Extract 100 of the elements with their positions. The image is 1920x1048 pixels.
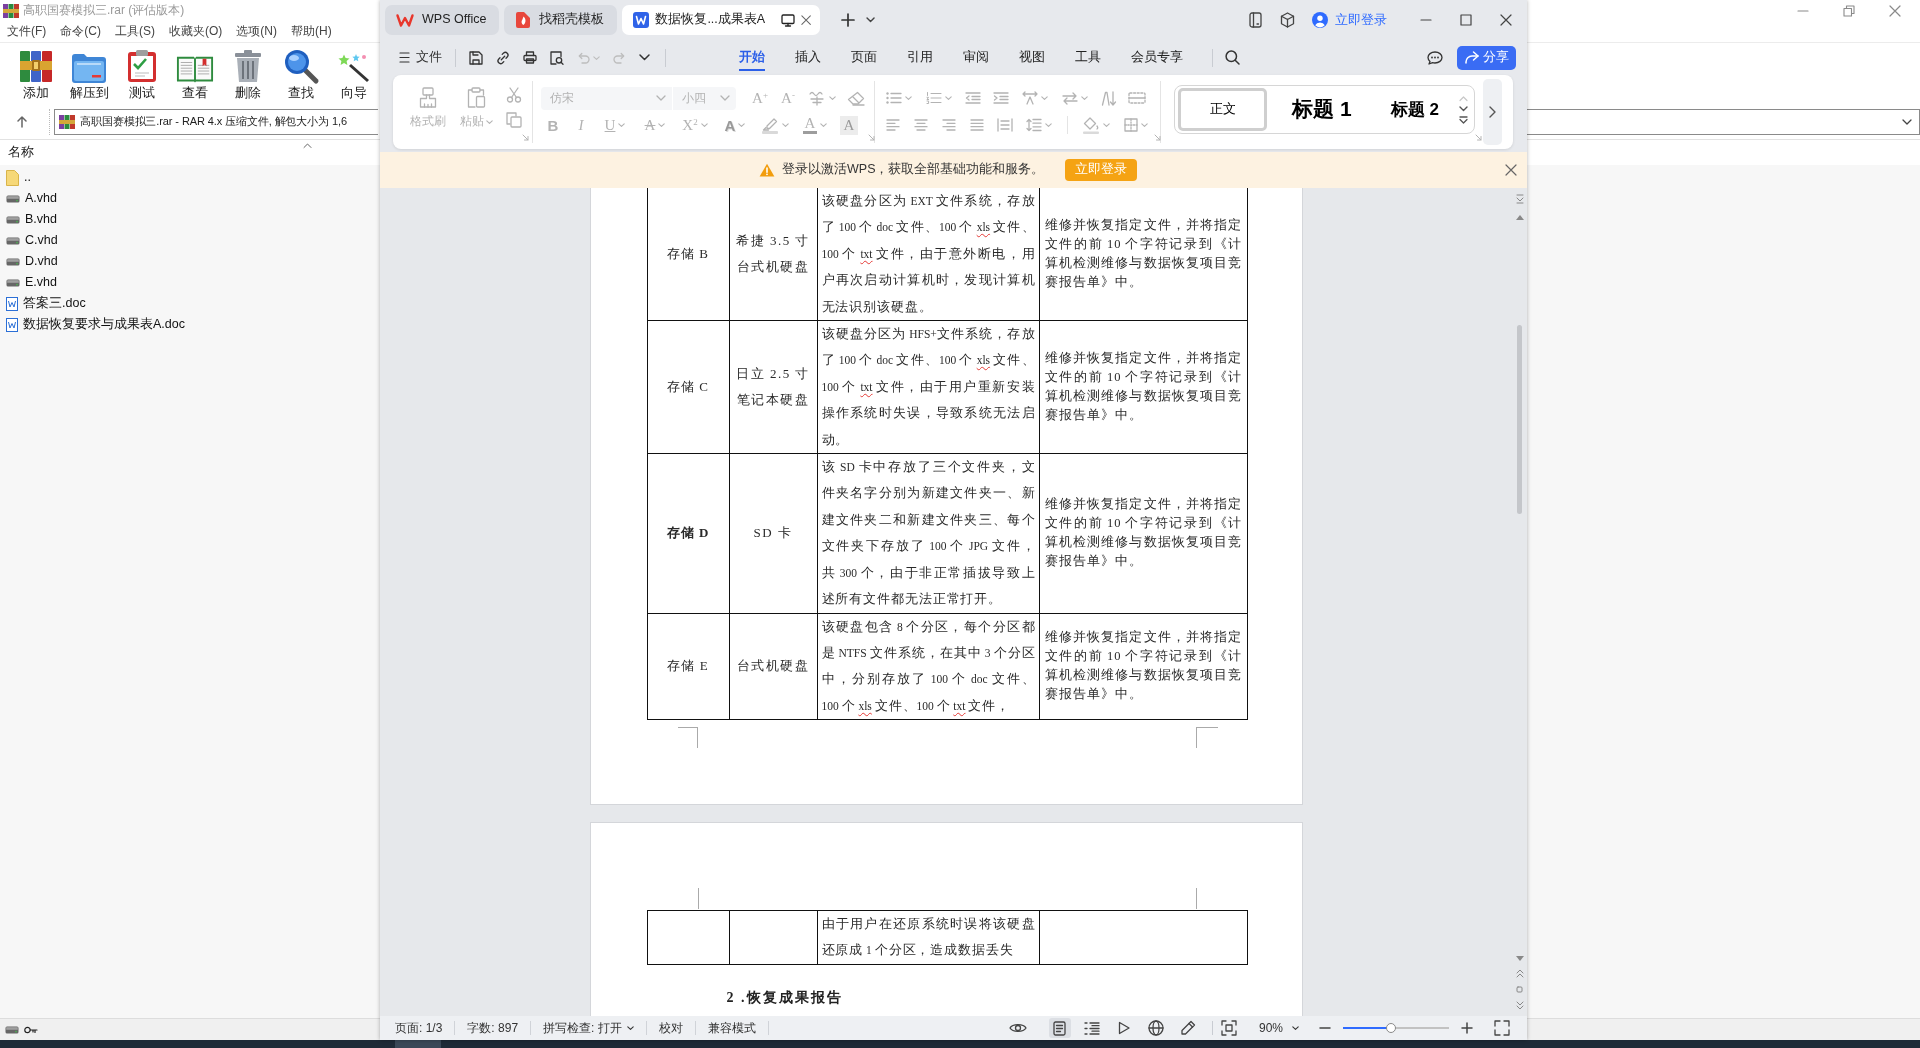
table-cell: 存储 C — [647, 320, 729, 454]
restore-icon[interactable] — [1843, 4, 1855, 17]
file-row[interactable]: B.vhd — [0, 209, 61, 230]
caret-icon — [1103, 123, 1110, 127]
ribbon-tab[interactable]: 视图 — [1004, 40, 1060, 75]
view-button[interactable] — [1048, 1018, 1071, 1038]
caret-icon — [829, 96, 836, 100]
previous-page-icon[interactable] — [1515, 969, 1524, 978]
menu-item[interactable]: 帮助(H) — [291, 24, 332, 39]
status-item[interactable]: 页面: 1/3 — [395, 1021, 456, 1035]
ribbon-tab[interactable]: 工具 — [1060, 40, 1116, 75]
link-icon[interactable] — [496, 50, 510, 65]
close-icon[interactable] — [1500, 14, 1512, 26]
zoom-in-icon[interactable] — [1461, 1022, 1473, 1034]
file-row[interactable]: 答案三.doc — [0, 293, 90, 314]
fit-page-icon[interactable] — [1220, 1020, 1237, 1036]
status-item[interactable]: 兼容模式 — [695, 1021, 769, 1035]
column-header[interactable]: 名称 — [0, 140, 318, 165]
file-menu-button[interactable]: 文件 — [399, 49, 442, 66]
table-cell: 存储 E — [647, 613, 729, 720]
ribbon-tab[interactable]: 会员专享 — [1116, 40, 1198, 75]
file-row[interactable]: .. — [0, 167, 35, 188]
file-row[interactable]: E.vhd — [0, 272, 61, 293]
status-item[interactable]: 校对 — [646, 1021, 696, 1035]
close-icon[interactable] — [1505, 164, 1517, 176]
menu-item[interactable]: 文件(F) — [7, 24, 47, 39]
browse-object-icon[interactable] — [1516, 986, 1523, 993]
caret-icon — [626, 1026, 634, 1030]
key-icon — [24, 1025, 38, 1034]
status-dropdown[interactable]: 拼写检查: 打开 — [531, 1021, 647, 1035]
close-icon[interactable] — [1889, 4, 1901, 17]
play-icon — [1117, 1021, 1130, 1035]
menu-item[interactable]: 收藏夹(O) — [169, 24, 223, 39]
split-handle-icon[interactable] — [1515, 194, 1524, 204]
line-spacing-icon — [1026, 118, 1042, 132]
table-cell: 台式机硬盘 — [729, 613, 817, 720]
caret-icon — [782, 123, 789, 127]
ribbon-tab[interactable]: 审阅 — [948, 40, 1004, 75]
chevron-down-icon[interactable] — [1902, 119, 1912, 125]
document-tab[interactable]: 数据恢复...成果表A — [622, 5, 821, 35]
save-icon[interactable] — [469, 50, 483, 65]
cube-icon[interactable] — [1280, 12, 1295, 28]
caret-icon — [700, 123, 708, 127]
file-row[interactable]: A.vhd — [0, 188, 61, 209]
ribbon-tab[interactable]: 插入 — [780, 40, 836, 75]
printer-icon[interactable] — [523, 51, 537, 64]
table-cell: 日立 2.5 寸笔记本硬盘 — [729, 320, 817, 454]
caret-icon[interactable] — [866, 17, 876, 23]
globe-icon — [1147, 1020, 1164, 1036]
table-cell: 维修并恢复指定文件，并将指定文件的前 10 个字符记录到《计算机检测维修与数据恢复项目竞赛报告单》中。 — [1039, 453, 1247, 613]
ribbon-tab[interactable]: 引用 — [892, 40, 948, 75]
table-cell: 维修并恢复指定文件，并将指定文件的前 10 个字符记录到《计算机检测维修与数据恢复项目竞赛报告单》中。 — [1039, 320, 1247, 454]
scroll-up-arrow-icon[interactable] — [1515, 215, 1524, 220]
account-button[interactable]: 立即登录 — [1312, 11, 1420, 29]
scrollbar-thumb[interactable] — [1517, 325, 1522, 514]
drive-icon — [6, 215, 20, 224]
scroll-down-arrow-icon[interactable] — [1515, 956, 1524, 961]
plus-icon[interactable] — [841, 13, 856, 27]
file-row[interactable]: C.vhd — [0, 230, 62, 251]
minimize-icon[interactable] — [1797, 9, 1809, 12]
chevron-down-icon[interactable] — [639, 54, 650, 61]
margin-mark — [677, 727, 698, 749]
search-icon[interactable] — [1225, 50, 1240, 65]
address-field[interactable]: 高职国赛模拟三.rar - RAR 4.x 压缩文件, 解包大小为 1,6 — [54, 109, 378, 135]
document-tab[interactable]: 找稻壳模板 — [504, 5, 618, 35]
window-title: 高职国赛模拟三.rar (评估版本) — [23, 3, 185, 18]
share-button[interactable]: 分享 — [1457, 45, 1516, 70]
toolbar-button[interactable]: 查看 — [173, 47, 217, 102]
ribbon-tab[interactable]: 页面 — [836, 40, 892, 75]
menu-item[interactable]: 选项(N) — [236, 24, 277, 39]
tablet-icon[interactable] — [1249, 12, 1262, 28]
print-preview-icon[interactable] — [550, 50, 564, 65]
borders-icon — [1124, 118, 1138, 132]
toolbar-button[interactable]: 查找 — [279, 47, 323, 102]
document-icon — [6, 317, 18, 332]
next-page-icon[interactable] — [1515, 1001, 1524, 1010]
minimize-icon[interactable] — [1420, 19, 1432, 21]
caret-icon — [1141, 123, 1148, 127]
file-row[interactable]: D.vhd — [0, 251, 62, 272]
toolbar-button[interactable]: 删除 — [226, 47, 270, 102]
toolbar-button[interactable]: 向导 — [332, 47, 376, 102]
maximize-icon[interactable] — [1460, 14, 1472, 26]
clipboard-check-icon — [127, 49, 157, 84]
monitor-icon[interactable] — [781, 13, 796, 27]
slider-thumb[interactable] — [1385, 1023, 1396, 1033]
up-arrow-icon[interactable] — [17, 116, 27, 128]
document-tab[interactable]: WPS Office — [385, 5, 500, 35]
table-cell: 该硬盘分区为 EXT 文件系统，存放了 100 个 doc 文件、100 个 xls 文件、100 个 txt 文件，由于意外断电，用户再次启动计算机时，发现计算机无法识别该硬盘。 — [817, 188, 1039, 321]
menu-item[interactable]: 工具(S) — [115, 24, 155, 39]
pen-icon — [1179, 1020, 1196, 1036]
fullscreen-icon[interactable] — [1494, 1020, 1510, 1036]
status-item[interactable]: 字数: 897 — [455, 1021, 532, 1035]
chat-bubble-icon[interactable] — [1427, 50, 1443, 65]
toolbar-button[interactable]: 添加 — [14, 47, 58, 102]
toolbar-button[interactable]: 解压到 — [67, 47, 111, 102]
close-icon[interactable] — [801, 14, 812, 26]
menu-item[interactable]: 命令(C) — [60, 24, 101, 39]
toolbar-button[interactable]: 测试 — [120, 47, 164, 102]
file-row[interactable]: 数据恢复要求与成果表A.doc — [0, 314, 189, 335]
zoom-dropdown[interactable]: 90% — [1258, 1020, 1299, 1036]
